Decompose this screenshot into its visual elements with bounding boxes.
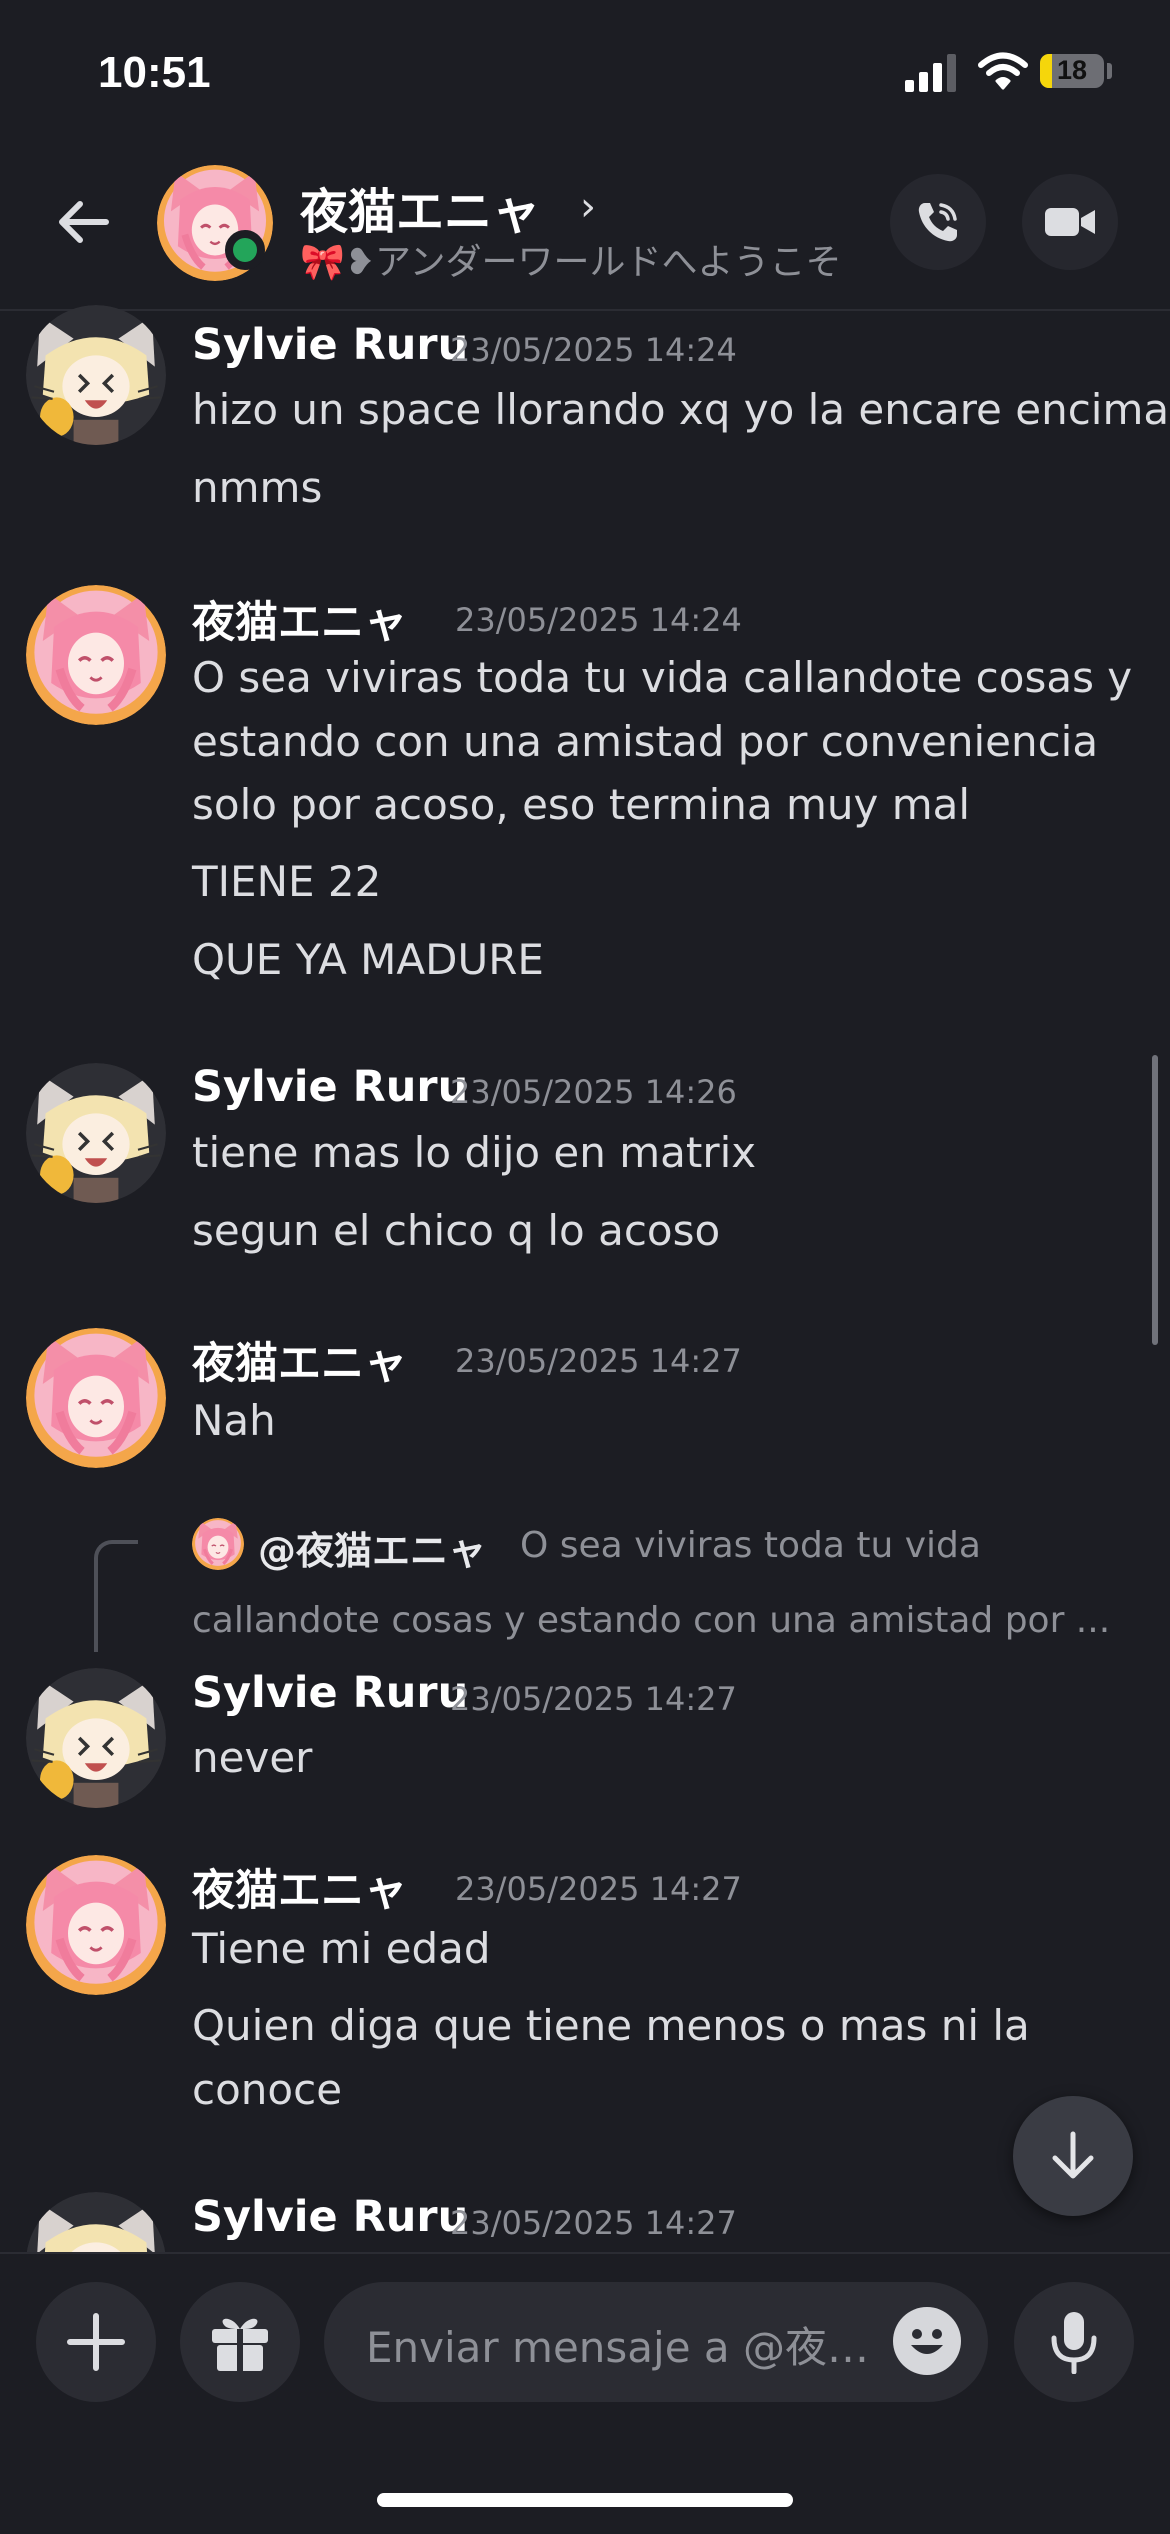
voice-call-button[interactable] (890, 174, 986, 270)
wifi-icon (978, 52, 1028, 90)
message-author[interactable]: 夜猫エニャ (192, 1329, 407, 1391)
microphone-icon (1051, 2312, 1097, 2374)
message-text[interactable]: O sea viviras toda tu vida callandote co… (192, 653, 1132, 702)
message-text[interactable]: never (192, 1733, 312, 1782)
message-text[interactable]: conoce (192, 2065, 342, 2114)
message-text[interactable]: nmms (192, 463, 322, 512)
message-author[interactable]: 夜猫エニャ (192, 588, 407, 650)
emoji-icon (911, 2329, 943, 2354)
reply-author[interactable]: @夜猫エニャ (258, 1520, 486, 1575)
jump-to-present-button[interactable] (1013, 2096, 1133, 2216)
battery-nub (1107, 63, 1112, 79)
message-timestamp: 23/05/2025 14:24 (455, 601, 742, 639)
message-text[interactable]: Quien diga que tiene menos o mas ni la (192, 2001, 1030, 2050)
ribbon-emoji: 🎀 (300, 242, 345, 283)
gift-button[interactable] (180, 2282, 300, 2402)
message-text[interactable]: hizo un space llorando xq yo la encare e… (192, 385, 1169, 434)
plus-icon (67, 2313, 125, 2371)
online-status-indicator (225, 230, 265, 270)
battery-percent: 18 (1056, 55, 1088, 85)
message-timestamp: 23/05/2025 14:26 (450, 1073, 737, 1111)
message-avatar[interactable] (26, 1855, 166, 1995)
message-text[interactable]: estando con una amistad por conveniencia (192, 717, 1098, 766)
video-call-button[interactable] (1022, 174, 1118, 270)
message-text[interactable]: QUE YA MADURE (192, 935, 544, 984)
voice-message-button[interactable] (1014, 2282, 1134, 2402)
message-timestamp: 23/05/2025 14:24 (450, 331, 737, 369)
attach-button[interactable] (36, 2282, 156, 2402)
battery-icon: 18 (1040, 54, 1104, 88)
custom-status-text: ❥アンダーワールドへようこそ (344, 242, 842, 283)
scrollbar-thumb[interactable] (1152, 1055, 1158, 1345)
arrow-down-icon (1052, 2131, 1094, 2179)
message-timestamp: 23/05/2025 14:27 (455, 1342, 742, 1380)
back-icon[interactable] (52, 192, 112, 252)
message-avatar[interactable] (26, 1063, 166, 1203)
video-call-icon (1045, 208, 1095, 236)
reply-preview[interactable]: O sea viviras toda tu vida (520, 1525, 981, 1566)
dm-recipient-name[interactable]: 夜猫エニャ (300, 172, 540, 242)
message-text[interactable]: solo por acoso, eso termina muy mal (192, 780, 970, 829)
message-author[interactable]: Sylvie Ruru (192, 1062, 468, 1112)
custom-status: 🎀❥アンダーワールドへようこそ (300, 233, 842, 285)
message-timestamp: 23/05/2025 14:27 (455, 1870, 742, 1908)
message-avatar[interactable] (26, 1328, 166, 1468)
message-avatar[interactable] (26, 585, 166, 725)
message-author[interactable]: Sylvie Ruru (192, 320, 468, 370)
reply-preview[interactable]: callandote cosas y estando con una amist… (192, 1600, 1110, 1641)
gift-icon (212, 2318, 268, 2371)
home-indicator[interactable] (377, 2493, 793, 2507)
message-author[interactable]: Sylvie Ruru (192, 2192, 468, 2242)
voice-call-icon (918, 203, 957, 242)
header-divider (0, 309, 1170, 311)
message-timestamp: 23/05/2025 14:27 (450, 1680, 737, 1718)
reply-connector (94, 1540, 138, 1652)
message-text[interactable]: Tiene mi edad (192, 1924, 491, 1973)
signal-icon (905, 54, 956, 92)
emoji-button[interactable] (893, 2307, 961, 2375)
message-avatar[interactable] (26, 305, 166, 445)
message-text[interactable]: segun el chico q lo acoso (192, 1206, 720, 1255)
message-text[interactable]: tiene mas lo dijo en matrix (192, 1128, 756, 1177)
message-avatar[interactable] (26, 1668, 166, 1808)
reply-avatar[interactable] (192, 1518, 244, 1570)
chevron-right-icon[interactable]: › (580, 184, 596, 230)
message-author[interactable]: 夜猫エニャ (192, 1856, 407, 1918)
message-author[interactable]: Sylvie Ruru (192, 1668, 468, 1718)
message-timestamp: 23/05/2025 14:27 (450, 2204, 737, 2242)
message-input-placeholder[interactable]: Enviar mensaje a @夜… (366, 2314, 869, 2375)
status-time: 10:51 (98, 48, 211, 97)
message-text[interactable]: TIENE 22 (192, 857, 381, 906)
message-text[interactable]: Nah (192, 1396, 276, 1445)
